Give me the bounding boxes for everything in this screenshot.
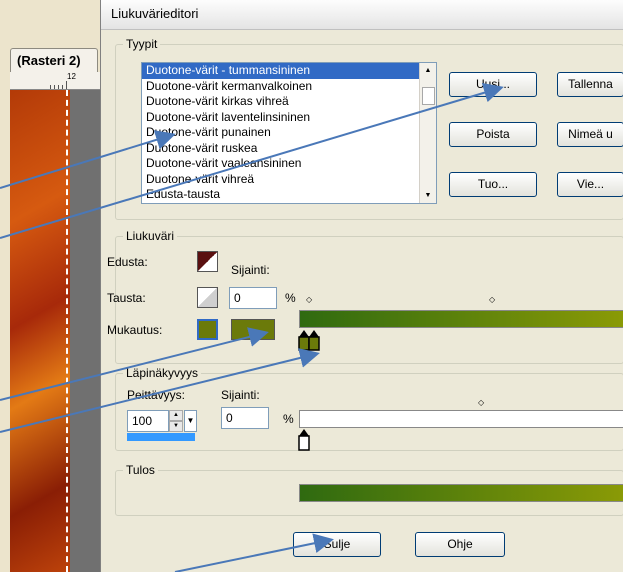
gradient-type-item[interactable]: Duotone-värit punainen <box>142 125 436 141</box>
gradient-type-item[interactable]: Duotone-värit - tummansininen <box>142 63 436 79</box>
opacity-label: Peittävyys: <box>127 388 186 402</box>
scroll-down-icon[interactable]: ▼ <box>422 192 434 199</box>
result-group-label: Tulos <box>123 463 158 477</box>
opacity-dropdown-icon[interactable]: ▼ <box>184 410 197 432</box>
types-group-label: Tyypit <box>123 37 161 51</box>
gradient-midpoint-diamond[interactable]: ◇ <box>489 295 495 304</box>
ruler: 12 <box>10 72 100 90</box>
export-button[interactable]: Vie... <box>557 172 623 197</box>
foreground-swatch[interactable] <box>197 251 218 272</box>
gradient-type-item[interactable]: Duotone-värit vaaleansininen <box>142 156 436 172</box>
image-canvas[interactable] <box>10 90 100 572</box>
gradient-editor-dialog: Liukuvärieditori Tyypit Duotone-värit - … <box>100 0 623 572</box>
gradient-percent-label: % <box>285 291 296 305</box>
gradient-bar[interactable] <box>299 310 623 328</box>
help-button[interactable]: Ohje <box>415 532 505 557</box>
save-button[interactable]: Tallenna <box>557 72 623 97</box>
gradient-type-item[interactable]: Edusta-tausta <box>142 187 436 203</box>
opacity-input[interactable]: 100 <box>127 410 169 432</box>
custom-label: Mukautus: <box>107 323 163 337</box>
background-swatch[interactable] <box>197 287 218 308</box>
close-button[interactable]: Sulje <box>293 532 381 557</box>
opacity-group-label: Läpinäkyvyys <box>123 366 202 380</box>
scroll-up-icon[interactable]: ▲ <box>422 67 434 74</box>
list-scrollbar[interactable]: ▲ ▼ <box>419 63 436 203</box>
dialog-title: Liukuvärieditori <box>101 0 623 30</box>
gradient-type-item[interactable]: Duotone-värit laventelinsininen <box>142 110 436 126</box>
opacity-slider-track[interactable] <box>127 433 195 441</box>
opacity-bar[interactable] <box>299 410 623 428</box>
gradient-location-label: Sijainti: <box>231 263 270 277</box>
opacity-percent-label: % <box>283 412 294 426</box>
opacity-marker[interactable] <box>298 429 312 453</box>
background-app: (Rasteri 2) 12 <box>0 0 100 572</box>
opacity-spinner[interactable]: ▲ ▼ <box>169 410 183 432</box>
selection-marquee <box>66 90 68 572</box>
opacity-location-label: Sijainti: <box>221 388 260 402</box>
gradient-type-item[interactable]: Duotone-värit kirkas vihreä <box>142 94 436 110</box>
gradient-type-item[interactable]: Duotone-värit vihreä <box>142 172 436 188</box>
new-button[interactable]: Uusi... <box>449 72 537 97</box>
gradient-location-input[interactable]: 0 <box>229 287 277 309</box>
import-button[interactable]: Tuo... <box>449 172 537 197</box>
canvas-gutter <box>70 90 100 572</box>
result-preview <box>299 484 623 502</box>
scroll-thumb[interactable] <box>422 87 435 105</box>
opacity-midpoint-diamond[interactable]: ◇ <box>478 398 484 407</box>
rename-button[interactable]: Nimeä u <box>557 122 623 147</box>
gradient-group-label: Liukuväri <box>123 229 178 243</box>
gradient-type-item[interactable]: Duotone-värit kermanvalkoinen <box>142 79 436 95</box>
ruler-mark: 12 <box>67 72 76 81</box>
foreground-label: Edusta: <box>107 255 148 269</box>
custom-color-preview[interactable] <box>231 319 275 340</box>
gradient-type-list[interactable]: Duotone-värit - tummansininen Duotone-vär… <box>141 62 437 204</box>
custom-swatch[interactable] <box>197 319 218 340</box>
document-tab[interactable]: (Rasteri 2) <box>10 48 98 72</box>
background-label: Tausta: <box>107 291 146 305</box>
gradient-type-item[interactable]: Duotone-värit ruskea <box>142 141 436 157</box>
opacity-location-input[interactable]: 0 <box>221 407 269 429</box>
gradient-start-diamond[interactable]: ◇ <box>306 295 312 304</box>
gradient-color-markers[interactable] <box>298 330 326 352</box>
delete-button[interactable]: Poista <box>449 122 537 147</box>
gradient-group <box>115 236 623 364</box>
